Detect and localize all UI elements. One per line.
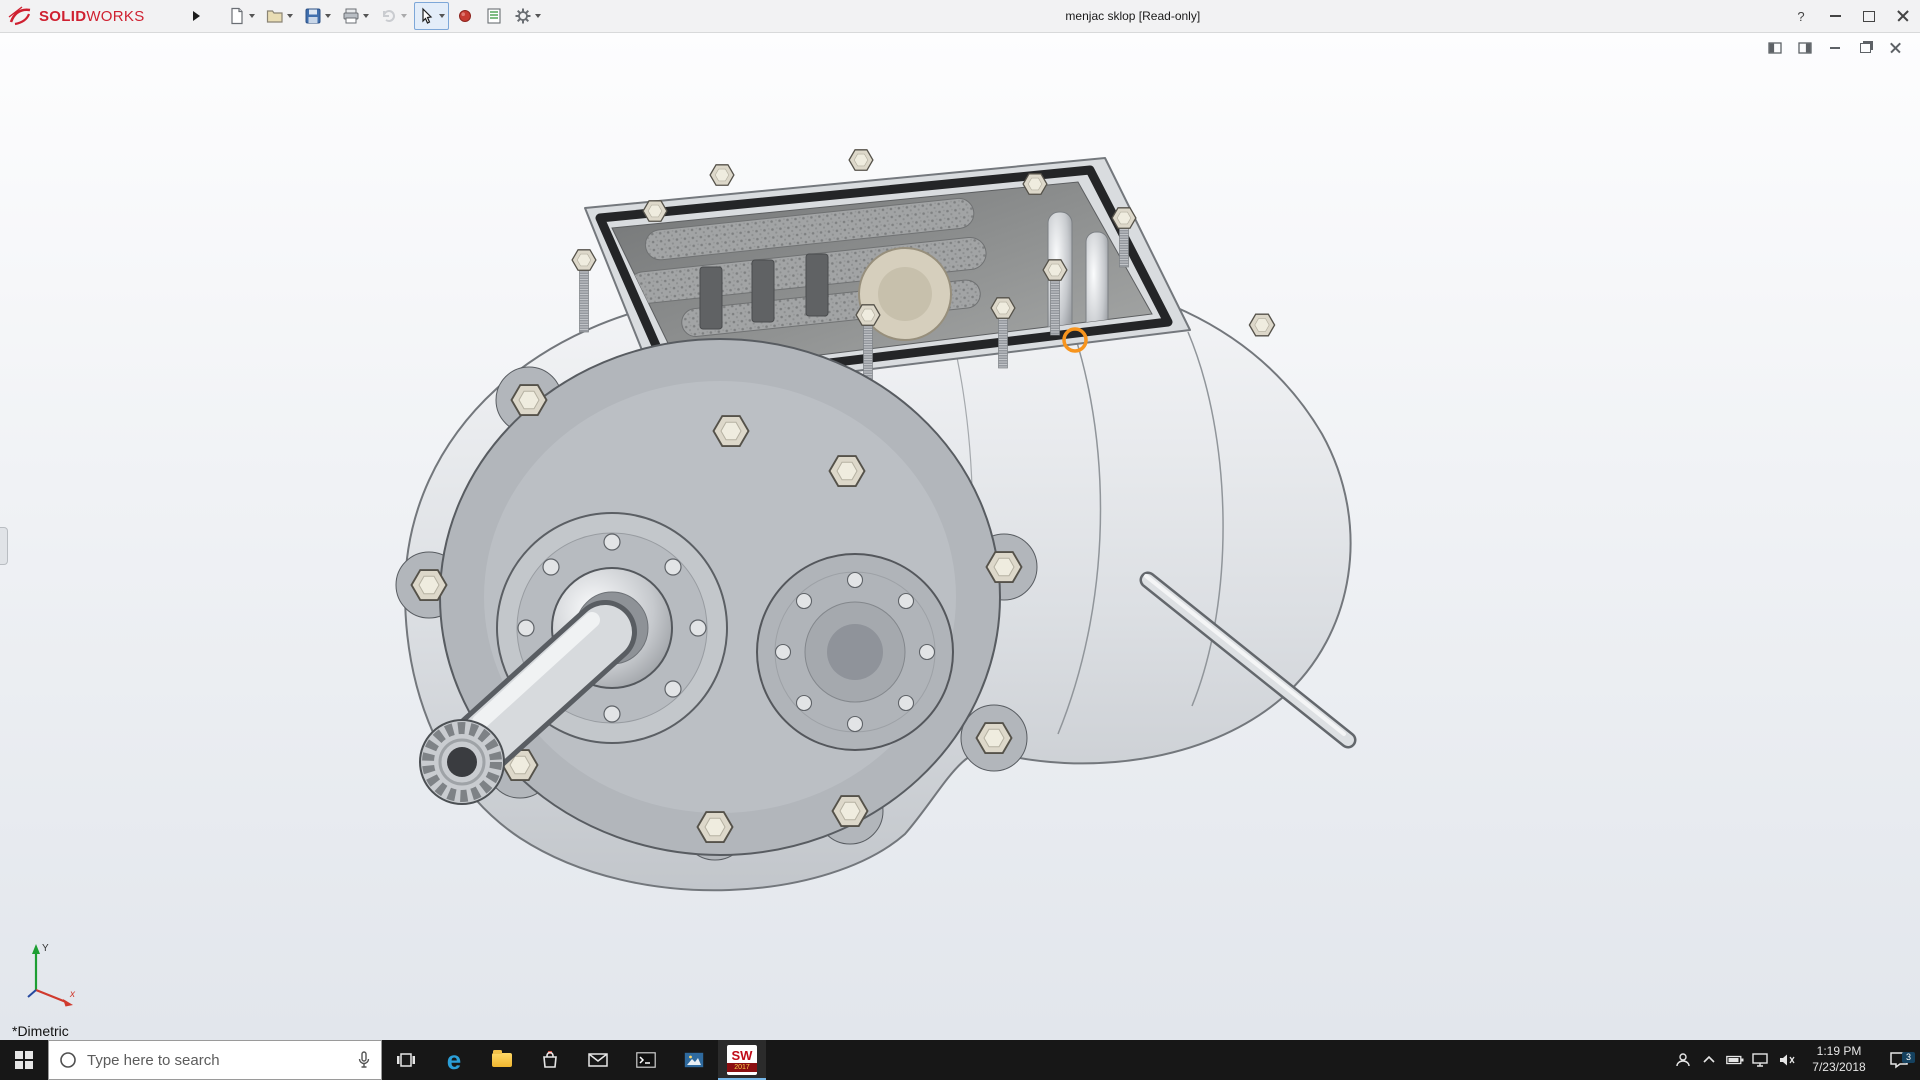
doc-minimize-icon: [1830, 47, 1840, 49]
task-view-button[interactable]: [382, 1040, 430, 1080]
close-button[interactable]: [1886, 0, 1920, 32]
x-axis-arrow: [63, 999, 73, 1007]
volume-icon: [1778, 1053, 1796, 1067]
select-arrow-icon: [418, 7, 436, 25]
volume-button[interactable]: [1774, 1040, 1800, 1080]
system-tray: 1:19 PM 7/23/2018 3: [1670, 1040, 1920, 1080]
undo-icon: [380, 7, 398, 25]
terminal-icon: [636, 1052, 656, 1068]
doc-restore-button[interactable]: [1856, 40, 1874, 56]
doc-close-button[interactable]: [1886, 40, 1904, 56]
document-options-icon: [485, 7, 503, 25]
mail-icon: [588, 1052, 608, 1068]
close-icon: [1897, 10, 1909, 22]
record-macro-button[interactable]: [452, 2, 478, 30]
z-axis-arrow: [28, 990, 36, 997]
doc-close-icon: [1890, 43, 1901, 54]
store-icon: [540, 1050, 560, 1070]
start-button[interactable]: [0, 1040, 48, 1080]
triad-x-label: x: [69, 989, 76, 1000]
tray-overflow-button[interactable]: [1696, 1040, 1722, 1080]
taskbar-apps: e: [382, 1040, 766, 1080]
print-icon: [342, 7, 360, 25]
dassault-logo-icon: [8, 6, 34, 26]
document-options-button[interactable]: [481, 2, 507, 30]
record-macro-icon: [456, 7, 474, 25]
undo-button[interactable]: [376, 2, 411, 30]
battery-icon: [1726, 1055, 1744, 1065]
mail-button[interactable]: [574, 1040, 622, 1080]
file-explorer-button[interactable]: [478, 1040, 526, 1080]
solidworks-taskbar-button[interactable]: SW 2017: [718, 1040, 766, 1080]
titlebar: SOLIDWORKS: [0, 0, 1920, 33]
pane-right-icon[interactable]: [1796, 40, 1814, 56]
task-view-icon: [396, 1050, 416, 1070]
select-tool-button[interactable]: [414, 2, 449, 30]
maximize-icon: [1863, 11, 1875, 22]
solidworks-window: SOLIDWORKS: [0, 0, 1920, 1080]
people-icon: [1674, 1052, 1692, 1068]
file-explorer-icon: [492, 1053, 512, 1067]
photos-icon: [684, 1052, 704, 1068]
view-orientation-label: *Dimetric: [12, 1023, 69, 1039]
minimize-icon: [1830, 15, 1841, 17]
solidworks-logo: SOLIDWORKS: [0, 6, 186, 26]
terminal-button[interactable]: [622, 1040, 670, 1080]
store-button[interactable]: [526, 1040, 574, 1080]
settings-button[interactable]: [510, 2, 545, 30]
edge-icon: e: [447, 1047, 461, 1073]
action-center-button[interactable]: 3: [1878, 1051, 1920, 1069]
save-icon: [304, 7, 322, 25]
battery-button[interactable]: [1722, 1040, 1748, 1080]
document-title: menjac sklop [Read-only]: [1065, 0, 1200, 32]
start-icon: [15, 1051, 33, 1069]
taskbar-clock[interactable]: 1:19 PM 7/23/2018: [1800, 1044, 1878, 1075]
bearing-cover[interactable]: [757, 554, 953, 750]
new-document-button[interactable]: [224, 2, 259, 30]
graphics-area[interactable]: Y x *Dimetric: [0, 32, 1920, 1040]
search-input[interactable]: [85, 1051, 349, 1070]
window-controls: ?: [1784, 0, 1920, 32]
logo-text: SOLIDWORKS: [39, 8, 145, 25]
network-icon: [1752, 1053, 1770, 1067]
feature-pane-handle[interactable]: [0, 527, 8, 565]
maximize-button[interactable]: [1852, 0, 1886, 32]
gearbox-3d-model[interactable]: [0, 32, 1920, 1040]
open-icon: [266, 7, 284, 25]
menu-expand-arrow[interactable]: [186, 6, 206, 26]
network-button[interactable]: [1748, 1040, 1774, 1080]
taskbar-search[interactable]: [48, 1040, 382, 1080]
windows-taskbar: e: [0, 1040, 1920, 1080]
solidworks-icon: SW 2017: [727, 1045, 757, 1075]
orientation-triad: Y x: [20, 938, 84, 1010]
notification-badge: 3: [1902, 1052, 1915, 1063]
y-axis-arrow: [32, 944, 40, 954]
photos-button[interactable]: [670, 1040, 718, 1080]
triad-y-label: Y: [42, 943, 49, 954]
open-button[interactable]: [262, 2, 297, 30]
save-button[interactable]: [300, 2, 335, 30]
document-window-controls: [1766, 40, 1904, 56]
people-button[interactable]: [1670, 1040, 1696, 1080]
print-button[interactable]: [338, 2, 373, 30]
edge-button[interactable]: e: [430, 1040, 478, 1080]
settings-gear-icon: [514, 7, 532, 25]
quick-access-toolbar: [224, 2, 545, 30]
clock-date: 7/23/2018: [1812, 1060, 1865, 1076]
pane-left-icon[interactable]: [1766, 40, 1784, 56]
chevron-up-icon: [1702, 1055, 1716, 1065]
new-document-icon: [228, 7, 246, 25]
cortana-circle-icon: [59, 1051, 77, 1069]
doc-minimize-button[interactable]: [1826, 40, 1844, 56]
doc-restore-icon: [1860, 43, 1871, 53]
minimize-button[interactable]: [1818, 0, 1852, 32]
help-button[interactable]: ?: [1784, 0, 1818, 32]
clock-time: 1:19 PM: [1817, 1044, 1862, 1060]
microphone-icon[interactable]: [357, 1051, 371, 1069]
